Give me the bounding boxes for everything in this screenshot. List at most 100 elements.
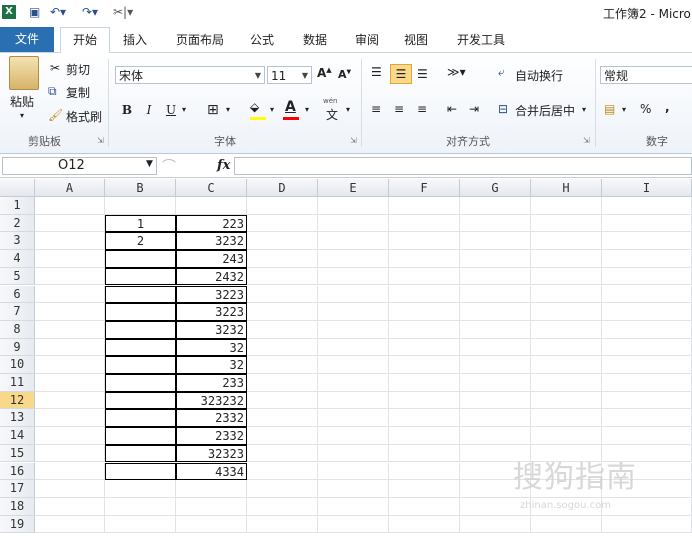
cell-e7[interactable] <box>318 303 389 321</box>
cell-i14[interactable] <box>602 427 692 445</box>
cell-g10[interactable] <box>460 356 531 374</box>
comma-button[interactable]: , <box>665 100 670 114</box>
cell-a3[interactable] <box>35 232 105 251</box>
merge-center-icon[interactable]: ⊟ <box>498 102 508 116</box>
cell-h3[interactable] <box>531 232 602 251</box>
cell-b2[interactable]: 1 <box>105 214 176 233</box>
chevron-down-icon[interactable]: ▾ <box>305 105 309 114</box>
insert-function-icon[interactable]: fx <box>217 158 230 173</box>
tab-file[interactable]: 文件 <box>0 27 54 52</box>
cell-i9[interactable] <box>602 338 692 357</box>
cell-g2[interactable] <box>460 214 531 233</box>
cell-a4[interactable] <box>35 250 105 268</box>
copy-icon[interactable]: ⧉ <box>48 84 57 99</box>
row-header-11[interactable]: 11 <box>0 374 35 392</box>
font-launcher-icon[interactable]: ⇲ <box>350 136 357 145</box>
cell-e11[interactable] <box>318 374 389 392</box>
cell-e16[interactable] <box>318 462 389 481</box>
cell-a7[interactable] <box>35 303 105 321</box>
cell-f18[interactable] <box>389 497 460 516</box>
cell-b9[interactable] <box>105 338 176 357</box>
cell-d7[interactable] <box>247 303 318 321</box>
undo-icon[interactable]: ↶▾ <box>50 5 66 19</box>
cell-d16[interactable] <box>247 462 318 481</box>
column-header-e[interactable]: E <box>318 179 389 197</box>
cell-i11[interactable] <box>602 374 692 392</box>
cell-b7[interactable] <box>105 303 176 321</box>
cell-a10[interactable] <box>35 356 105 374</box>
underline-button[interactable]: U <box>162 101 180 119</box>
column-header-c[interactable]: C <box>176 179 247 197</box>
tab-insert[interactable]: 插入 <box>117 30 153 50</box>
column-header-i[interactable]: I <box>602 179 692 197</box>
row-header-16[interactable]: 16 <box>0 462 35 481</box>
paste-button[interactable]: 粘贴 <box>10 93 34 110</box>
cell-f3[interactable] <box>389 232 460 251</box>
cell-e4[interactable] <box>318 250 389 268</box>
cell-f12[interactable] <box>389 391 460 410</box>
cell-i3[interactable] <box>602 232 692 251</box>
cell-f10[interactable] <box>389 356 460 374</box>
cell-f14[interactable] <box>389 427 460 445</box>
row-header-6[interactable]: 6 <box>0 285 35 304</box>
cell-d11[interactable] <box>247 374 318 392</box>
cell-c15[interactable]: 32323 <box>176 444 247 463</box>
cell-d3[interactable] <box>247 232 318 251</box>
cell-h12[interactable] <box>531 391 602 410</box>
column-header-d[interactable]: D <box>247 179 318 197</box>
cell-g9[interactable] <box>460 338 531 357</box>
cell-b3[interactable]: 2 <box>105 232 176 251</box>
cell-c13[interactable]: 2332 <box>176 409 247 428</box>
cell-f6[interactable] <box>389 285 460 304</box>
cell-g8[interactable] <box>460 320 531 339</box>
cell-c6[interactable]: 3223 <box>176 285 247 304</box>
cell-a19[interactable] <box>35 515 105 534</box>
cell-f8[interactable] <box>389 320 460 339</box>
row-header-2[interactable]: 2 <box>0 214 35 233</box>
cell-a9[interactable] <box>35 338 105 357</box>
cell-g12[interactable] <box>460 391 531 410</box>
cell-f7[interactable] <box>389 303 460 321</box>
cell-g5[interactable] <box>460 267 531 286</box>
cell-i5[interactable] <box>602 267 692 286</box>
cell-h6[interactable] <box>531 285 602 304</box>
cell-d6[interactable] <box>247 285 318 304</box>
cell-c5[interactable]: 2432 <box>176 267 247 286</box>
cell-i10[interactable] <box>602 356 692 374</box>
cell-b5[interactable] <box>105 267 176 286</box>
row-header-18[interactable]: 18 <box>0 497 35 516</box>
column-header-a[interactable]: A <box>35 179 105 197</box>
align-center-icon[interactable]: ≡ <box>394 102 404 116</box>
cell-b10[interactable] <box>105 356 176 374</box>
select-all-corner[interactable] <box>0 179 35 197</box>
align-middle-icon[interactable]: ☰ <box>390 64 412 84</box>
bold-button[interactable]: B <box>118 101 136 119</box>
cell-i2[interactable] <box>602 214 692 233</box>
cell-i6[interactable] <box>602 285 692 304</box>
cell-e9[interactable] <box>318 338 389 357</box>
tab-home[interactable]: 开始 <box>60 27 110 54</box>
row-header-9[interactable]: 9 <box>0 338 35 357</box>
cell-h13[interactable] <box>531 409 602 428</box>
align-left-icon[interactable]: ≡ <box>371 102 381 116</box>
cell-f2[interactable] <box>389 214 460 233</box>
chevron-down-icon[interactable]: ▾ <box>582 105 586 114</box>
cell-f9[interactable] <box>389 338 460 357</box>
row-header-7[interactable]: 7 <box>0 303 35 321</box>
cell-d10[interactable] <box>247 356 318 374</box>
cell-d1[interactable] <box>247 197 318 215</box>
cell-g3[interactable] <box>460 232 531 251</box>
increase-indent-icon[interactable]: ⇥ <box>469 102 479 116</box>
cell-d18[interactable] <box>247 497 318 516</box>
cell-e10[interactable] <box>318 356 389 374</box>
chevron-down-icon[interactable]: ▾ <box>622 105 626 114</box>
cell-c8[interactable]: 3232 <box>176 320 247 339</box>
cell-e5[interactable] <box>318 267 389 286</box>
excel-app-icon[interactable]: X <box>2 5 16 19</box>
cell-i12[interactable] <box>602 391 692 410</box>
font-name-select[interactable]: 宋体 ▼ <box>115 66 265 84</box>
cell-g11[interactable] <box>460 374 531 392</box>
cell-g13[interactable] <box>460 409 531 428</box>
cell-b11[interactable] <box>105 374 176 392</box>
paste-icon[interactable] <box>9 56 39 90</box>
